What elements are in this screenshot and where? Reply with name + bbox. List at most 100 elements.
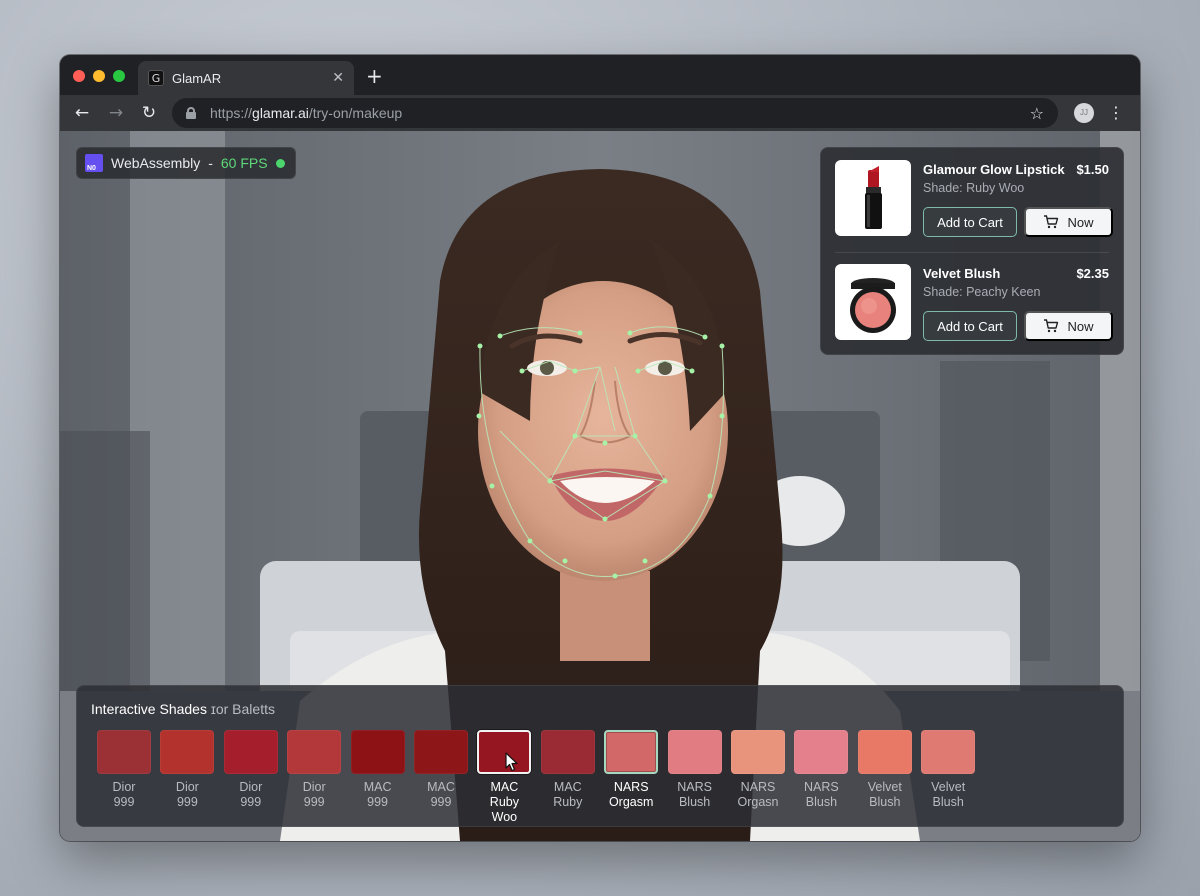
product-card: Glamour Glow Lipstick $1.50 Shade: Ruby … bbox=[835, 160, 1113, 242]
shade-swatch[interactable]: Velvet Blush bbox=[921, 730, 977, 810]
shade-name: Blush bbox=[869, 795, 901, 809]
profile-avatar[interactable]: JJ bbox=[1074, 103, 1094, 123]
tab-strip: G GlamAR ✕ + bbox=[60, 55, 1140, 95]
address-bar[interactable]: https://glamar.ai/try-on/makeup ☆ bbox=[172, 98, 1058, 128]
shade-name: Orgasm bbox=[608, 795, 654, 809]
shade-name: Ruby bbox=[553, 795, 583, 809]
shade-swatch[interactable]: NARS Orgasm bbox=[604, 730, 660, 810]
shade-name: 999 bbox=[303, 795, 325, 809]
shade-swatch[interactable]: MAC 999 bbox=[414, 730, 470, 810]
shade-brand: NARS bbox=[804, 780, 839, 794]
shade-brand: Velvet bbox=[931, 780, 966, 794]
lock-icon bbox=[186, 107, 196, 119]
add-to-cart-button[interactable]: Add to Cart bbox=[923, 311, 1017, 341]
shade-brand: Dior bbox=[112, 780, 136, 794]
shade-swatch[interactable]: MAC 999 bbox=[350, 730, 407, 810]
shade-brand: NARS bbox=[677, 780, 712, 794]
shade-chip[interactable] bbox=[287, 730, 342, 774]
shade-chip[interactable] bbox=[350, 730, 405, 774]
shade-chip[interactable] bbox=[477, 730, 532, 774]
product-card: Velvet Blush $2.35 Shade: Peachy Keen Ad… bbox=[835, 252, 1113, 346]
product-name: Velvet Blush bbox=[923, 266, 1001, 281]
shade-name: 999 bbox=[113, 795, 135, 809]
shade-swatch[interactable]: Velvet Blush bbox=[857, 730, 914, 810]
url-host: glamar.ai bbox=[252, 105, 309, 121]
browser-menu-icon[interactable]: ⋮ bbox=[1108, 103, 1124, 123]
buy-now-label: Now bbox=[1067, 214, 1094, 230]
product-price: $1.50 bbox=[1076, 162, 1109, 177]
shade-name: Ruby Woo bbox=[489, 795, 519, 824]
shade-name: 999 bbox=[367, 795, 389, 809]
browser-window: G GlamAR ✕ + ← → ↻ https://glamar.ai/try… bbox=[60, 55, 1140, 841]
lipstick-icon bbox=[835, 160, 911, 236]
live-status-dot bbox=[275, 158, 285, 168]
buy-now-button[interactable]: Now bbox=[1024, 311, 1113, 341]
shade-brand: MAC bbox=[553, 780, 582, 794]
add-to-cart-button[interactable]: Add to Cart bbox=[923, 207, 1017, 237]
shade-chip[interactable] bbox=[921, 730, 976, 774]
shade-chip[interactable] bbox=[857, 730, 912, 774]
shade-chip[interactable] bbox=[540, 730, 595, 774]
shade-chip[interactable] bbox=[223, 730, 278, 774]
buy-now-button[interactable]: Now bbox=[1024, 207, 1113, 237]
engine-label: WebAssembly bbox=[111, 155, 201, 171]
browser-toolbar: ← → ↻ https://glamar.ai/try-on/makeup ☆ … bbox=[60, 95, 1140, 131]
shade-chip[interactable] bbox=[604, 730, 659, 774]
tab-glamar[interactable]: G GlamAR ✕ bbox=[138, 61, 354, 95]
shade-brand: Dior bbox=[175, 780, 199, 794]
cart-icon bbox=[1044, 319, 1059, 333]
shade-brand: NARS bbox=[740, 780, 776, 794]
buy-now-label: Now bbox=[1067, 318, 1094, 334]
shades-title-sub: ɪor Baletts bbox=[210, 701, 275, 717]
product-shade: Shade: Ruby Woo bbox=[923, 181, 1025, 195]
close-tab-icon[interactable]: ✕ bbox=[332, 70, 344, 86]
shade-name: 999 bbox=[240, 795, 262, 809]
shade-name: Blush bbox=[932, 795, 964, 809]
close-window-button[interactable] bbox=[73, 70, 85, 82]
mouse-cursor-icon bbox=[505, 752, 518, 772]
shade-name: Blush bbox=[805, 795, 838, 809]
url-text[interactable]: https://glamar.ai/try-on/makeup bbox=[210, 105, 1030, 121]
fps-value: 60 FPS bbox=[220, 155, 268, 171]
shade-chip[interactable] bbox=[414, 730, 468, 774]
shade-chip[interactable] bbox=[667, 730, 722, 774]
shade-swatch[interactable]: MAC Ruby bbox=[540, 730, 597, 810]
shade-swatch[interactable]: Dior 999 bbox=[97, 730, 153, 810]
shade-swatch[interactable]: NARS Blush bbox=[794, 730, 850, 810]
performance-badge: WebAssembly - 60 FPS bbox=[76, 147, 296, 179]
shade-swatch[interactable]: Dior 999 bbox=[287, 730, 343, 810]
shade-chip[interactable] bbox=[794, 730, 849, 774]
shade-brand: NARS bbox=[613, 780, 649, 794]
shade-chip[interactable] bbox=[97, 730, 151, 774]
engine-separator: - bbox=[208, 155, 213, 171]
shade-swatch[interactable]: NARS Orgasn bbox=[731, 730, 787, 810]
back-arrow-icon[interactable]: ← bbox=[72, 103, 92, 123]
shade-brand: Dior bbox=[239, 780, 263, 794]
camera-viewport: WebAssembly - 60 FPS Glamour Glow Lipsti… bbox=[60, 131, 1140, 841]
bookmark-star-icon[interactable]: ☆ bbox=[1030, 104, 1044, 123]
shade-swatch[interactable]: Dior 999 bbox=[160, 730, 216, 810]
product-panel: Glamour Glow Lipstick $1.50 Shade: Ruby … bbox=[820, 147, 1124, 355]
product-price: $2.35 bbox=[1076, 266, 1109, 281]
webassembly-icon bbox=[85, 154, 103, 172]
shades-title: Interactive Shades ɪor Baletts bbox=[91, 701, 275, 717]
shade-chip[interactable] bbox=[160, 730, 215, 774]
shade-chip[interactable] bbox=[731, 730, 785, 774]
shade-swatch[interactable]: MAC Ruby Woo bbox=[477, 730, 533, 825]
product-name: Glamour Glow Lipstick bbox=[923, 162, 1065, 177]
shade-name: Orgasn bbox=[737, 795, 779, 809]
forward-arrow-icon[interactable]: → bbox=[106, 103, 126, 123]
maximize-window-button[interactable] bbox=[113, 70, 125, 82]
shade-name: 999 bbox=[176, 795, 198, 809]
shade-brand: Dior bbox=[302, 780, 326, 794]
minimize-window-button[interactable] bbox=[93, 70, 105, 82]
shade-brand: MAC bbox=[427, 780, 455, 794]
shade-name: 999 bbox=[430, 795, 452, 809]
shade-brand: MAC bbox=[363, 780, 392, 794]
product-shade: Shade: Peachy Keen bbox=[923, 285, 1041, 299]
reload-icon[interactable]: ↻ bbox=[139, 103, 159, 123]
shade-swatch[interactable]: Dior 999 bbox=[223, 730, 280, 810]
new-tab-icon[interactable]: + bbox=[366, 66, 383, 86]
shade-swatch[interactable]: NARS Blush bbox=[667, 730, 724, 810]
url-path: /try-on/makeup bbox=[308, 105, 403, 121]
